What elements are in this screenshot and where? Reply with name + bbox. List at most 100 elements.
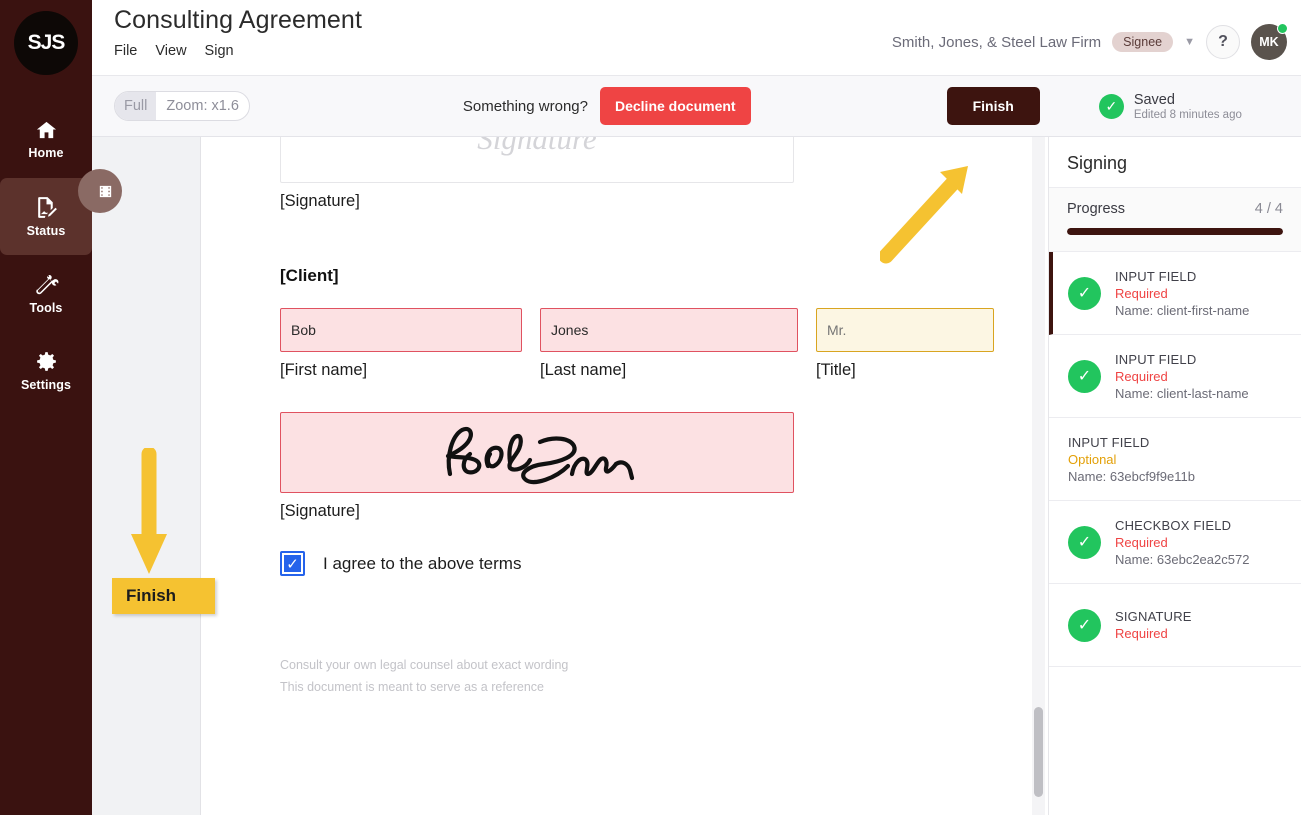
avatar[interactable]: MK (1251, 23, 1288, 60)
save-status: ✓ Saved Edited 8 minutes ago (1098, 92, 1242, 121)
sidebar-item-home[interactable]: Home (0, 101, 92, 178)
client-heading: [Client] (280, 266, 339, 285)
signing-item-2-status: Required (1115, 368, 1168, 384)
menu-item-view[interactable]: View (155, 43, 186, 59)
sidebar-label-tools: Tools (29, 301, 63, 315)
last-name-input[interactable] (540, 308, 798, 352)
menu-bar: File View Sign (114, 43, 362, 59)
progress-track (1067, 228, 1283, 235)
signing-item-5-type: SIGNATURE (1115, 609, 1192, 624)
filmstrip-icon (99, 185, 112, 197)
zoom-level-value[interactable]: Zoom: x1.6 (156, 92, 249, 120)
last-name-label: [Last name] (540, 361, 627, 379)
main-region: Consulting Agreement File View Sign Smit… (78, 0, 1301, 815)
signing-item-2[interactable]: ✓ INPUT FIELD Required Name: client-last… (1049, 335, 1301, 418)
saved-check-icon: ✓ (1098, 93, 1124, 119)
pages-panel-toggle[interactable] (78, 169, 122, 213)
signing-item-2-text: INPUT FIELD Required Name: client-last-n… (1115, 352, 1249, 401)
signing-item-4[interactable]: ✓ CHECKBOX FIELD Required Name: 63ebc2ea… (1049, 501, 1301, 584)
signature-placeholder-box[interactable]: Signature (280, 137, 794, 183)
client-signature-label: [Signature] (280, 502, 360, 520)
role-badge: Signee (1112, 32, 1174, 52)
signing-item-4-text: CHECKBOX FIELD Required Name: 63ebc2ea2c… (1115, 518, 1249, 567)
title-and-menu: Consulting Agreement File View Sign (114, 6, 362, 59)
agree-checkbox[interactable]: ✓ (280, 551, 305, 576)
menu-item-sign[interactable]: Sign (205, 43, 234, 59)
menu-item-file[interactable]: File (114, 43, 137, 59)
tools-icon (34, 272, 59, 297)
thumbnail-rail (78, 137, 201, 815)
signing-item-1-status: Required (1115, 285, 1168, 301)
save-status-text: Saved Edited 8 minutes ago (1134, 92, 1242, 121)
agree-label: I agree to the above terms (323, 553, 522, 573)
header-right: Smith, Jones, & Steel Law Firm Signee ▼ … (892, 23, 1288, 60)
document-scrollbar-track[interactable] (1032, 137, 1045, 815)
help-button[interactable]: ? (1206, 25, 1240, 59)
sidebar-item-settings[interactable]: Settings (0, 332, 92, 409)
document-toolbar: Full Zoom: x1.6 Something wrong? Decline… (92, 75, 1301, 137)
page-title: Consulting Agreement (114, 6, 362, 34)
first-name-field-group: [First name] (280, 308, 522, 380)
signing-item-3-type: INPUT FIELD (1068, 434, 1150, 450)
something-wrong-label: Something wrong? (462, 97, 588, 115)
progress-label: Progress (1067, 201, 1126, 217)
zoom-control-group: Full Zoom: x1.6 (114, 91, 250, 121)
client-signature-box[interactable] (280, 412, 794, 493)
signing-item-1-type: INPUT FIELD (1115, 268, 1197, 284)
signing-item-4-status: Required (1115, 534, 1168, 550)
signing-item-5[interactable]: ✓ SIGNATURE Required (1049, 584, 1301, 667)
finish-button[interactable]: Finish (946, 87, 1040, 125)
left-sidebar: SJS Home Status Tools Settings (0, 0, 92, 815)
app-header: Consulting Agreement File View Sign Smit… (92, 0, 1301, 75)
signing-panel: Signing Progress 4 / 4 ✓ INPUT FIELD Req… (1048, 137, 1301, 815)
app-logo[interactable]: SJS (14, 11, 78, 75)
online-status-dot (1277, 23, 1288, 34)
progress-section: Progress 4 / 4 (1049, 187, 1301, 252)
annotation-finish-callout: Finish (112, 578, 215, 614)
document-canvas: Signature [Signature] [Client] [First na… (201, 137, 1048, 815)
document-page: Signature [Signature] [Client] [First na… (201, 137, 1048, 699)
decline-document-button[interactable]: Decline document (599, 87, 751, 125)
chevron-down-icon[interactable]: ▼ (1184, 36, 1195, 48)
signing-item-5-text: SIGNATURE Required (1115, 609, 1192, 641)
document-sign-icon (34, 195, 59, 220)
title-input[interactable] (816, 308, 994, 352)
title-label: [Title] (816, 361, 856, 379)
agree-checkbox-row: ✓ I agree to the above terms (280, 551, 1048, 576)
title-field-group: [Title] (816, 308, 994, 380)
complete-check-icon: ✓ (1068, 359, 1101, 393)
logo-text: SJS (14, 11, 78, 75)
signing-item-3-status: Optional (1068, 451, 1117, 467)
signing-item-2-name: Name: client-last-name (1115, 385, 1249, 401)
top-signature-label: [Signature] (280, 192, 360, 210)
signing-item-1-name: Name: client-first-name (1115, 302, 1250, 318)
complete-check-icon: ✓ (1068, 608, 1101, 642)
first-name-input[interactable] (280, 308, 522, 352)
last-name-field-group: [Last name] (540, 308, 798, 380)
signing-item-1[interactable]: ✓ INPUT FIELD Required Name: client-firs… (1049, 252, 1301, 335)
progress-fill (1067, 228, 1283, 235)
document-footnote: Consult your own legal counsel about exa… (280, 655, 1048, 699)
progress-count: 4 / 4 (1254, 201, 1283, 217)
footnote-line-2: This document is meant to serve as a ref… (280, 679, 545, 694)
sidebar-label-settings: Settings (20, 378, 72, 392)
client-fields-row: [First name] [Last name] [Title] (280, 308, 1048, 380)
home-icon (34, 119, 59, 142)
sidebar-item-tools[interactable]: Tools (0, 255, 92, 332)
handwritten-signature-icon (445, 426, 635, 484)
signing-item-3-text: INPUT FIELD Optional Name: 63ebcf9f9e11b (1068, 435, 1195, 484)
signing-item-5-status: Required (1115, 626, 1168, 641)
sidebar-label-home: Home (28, 146, 64, 160)
complete-check-icon: ✓ (1068, 525, 1101, 559)
zoom-full-button[interactable]: Full (115, 92, 157, 120)
signing-item-3[interactable]: INPUT FIELD Optional Name: 63ebcf9f9e11b (1049, 418, 1301, 501)
complete-check-icon: ✓ (1068, 276, 1101, 310)
signing-item-1-text: INPUT FIELD Required Name: client-first-… (1115, 269, 1249, 318)
progress-header: Progress 4 / 4 (1067, 201, 1283, 217)
sidebar-label-status: Status (26, 224, 66, 238)
gear-icon (34, 349, 59, 374)
app-window: SJS Home Status Tools Settings Consultin… (0, 0, 1301, 815)
signing-item-4-type: CHECKBOX FIELD (1115, 517, 1232, 533)
signing-item-3-name: Name: 63ebcf9f9e11b (1068, 468, 1195, 484)
document-scrollbar-thumb[interactable] (1034, 707, 1043, 797)
